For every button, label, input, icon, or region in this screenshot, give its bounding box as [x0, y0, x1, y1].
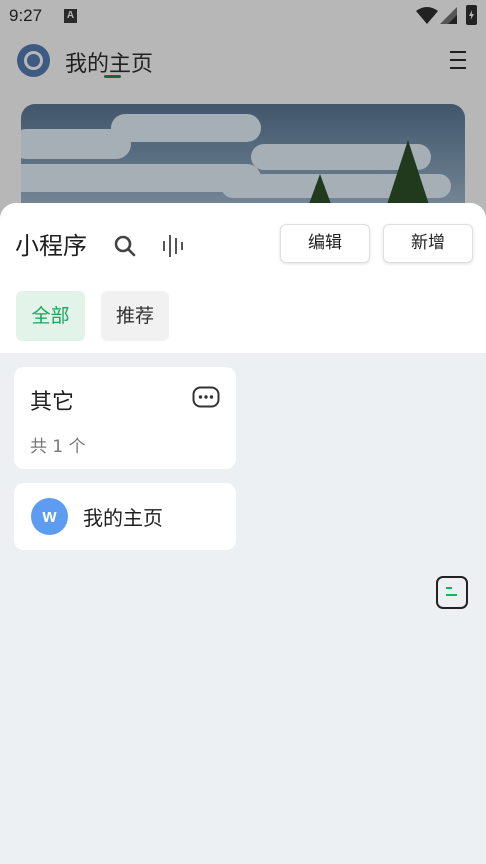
add-button[interactable]: 新增: [383, 224, 473, 263]
sheet-header: 小程序 编辑 新增 全部 推荐: [0, 203, 486, 353]
mini-program-sheet: 小程序 编辑 新增 全部 推荐 其它 共 1 个 w 我的主页: [0, 203, 486, 864]
tab-recommend[interactable]: 推荐: [101, 291, 169, 341]
floating-action-button[interactable]: [436, 576, 468, 609]
app-logo-icon: [17, 44, 50, 77]
sheet-title: 小程序: [15, 232, 87, 260]
list-item[interactable]: w 我的主页: [14, 483, 236, 550]
status-time: 9:27: [9, 6, 43, 25]
battery-icon: [466, 5, 477, 25]
edit-button[interactable]: 编辑: [280, 224, 370, 263]
tab-all[interactable]: 全部: [16, 291, 85, 341]
title-underline: [104, 75, 121, 78]
more-icon[interactable]: [192, 386, 220, 410]
group-card[interactable]: 其它 共 1 个: [14, 367, 236, 469]
wifi-icon: [416, 7, 438, 24]
signal-icon: [440, 7, 457, 24]
group-name: 其它: [30, 390, 75, 415]
app-avatar-icon: w: [31, 498, 68, 535]
app-name: 我的主页: [83, 506, 163, 530]
voice-icon[interactable]: [162, 233, 188, 259]
status-bar: 9:27 A: [0, 0, 486, 32]
app-header: 我的主页: [0, 36, 486, 86]
notification-a-icon: A: [64, 9, 77, 23]
group-count: 共 1 个: [30, 437, 86, 457]
search-icon[interactable]: [114, 235, 136, 257]
app-title: 我的主页: [65, 52, 154, 77]
menu-icon[interactable]: [450, 51, 466, 69]
